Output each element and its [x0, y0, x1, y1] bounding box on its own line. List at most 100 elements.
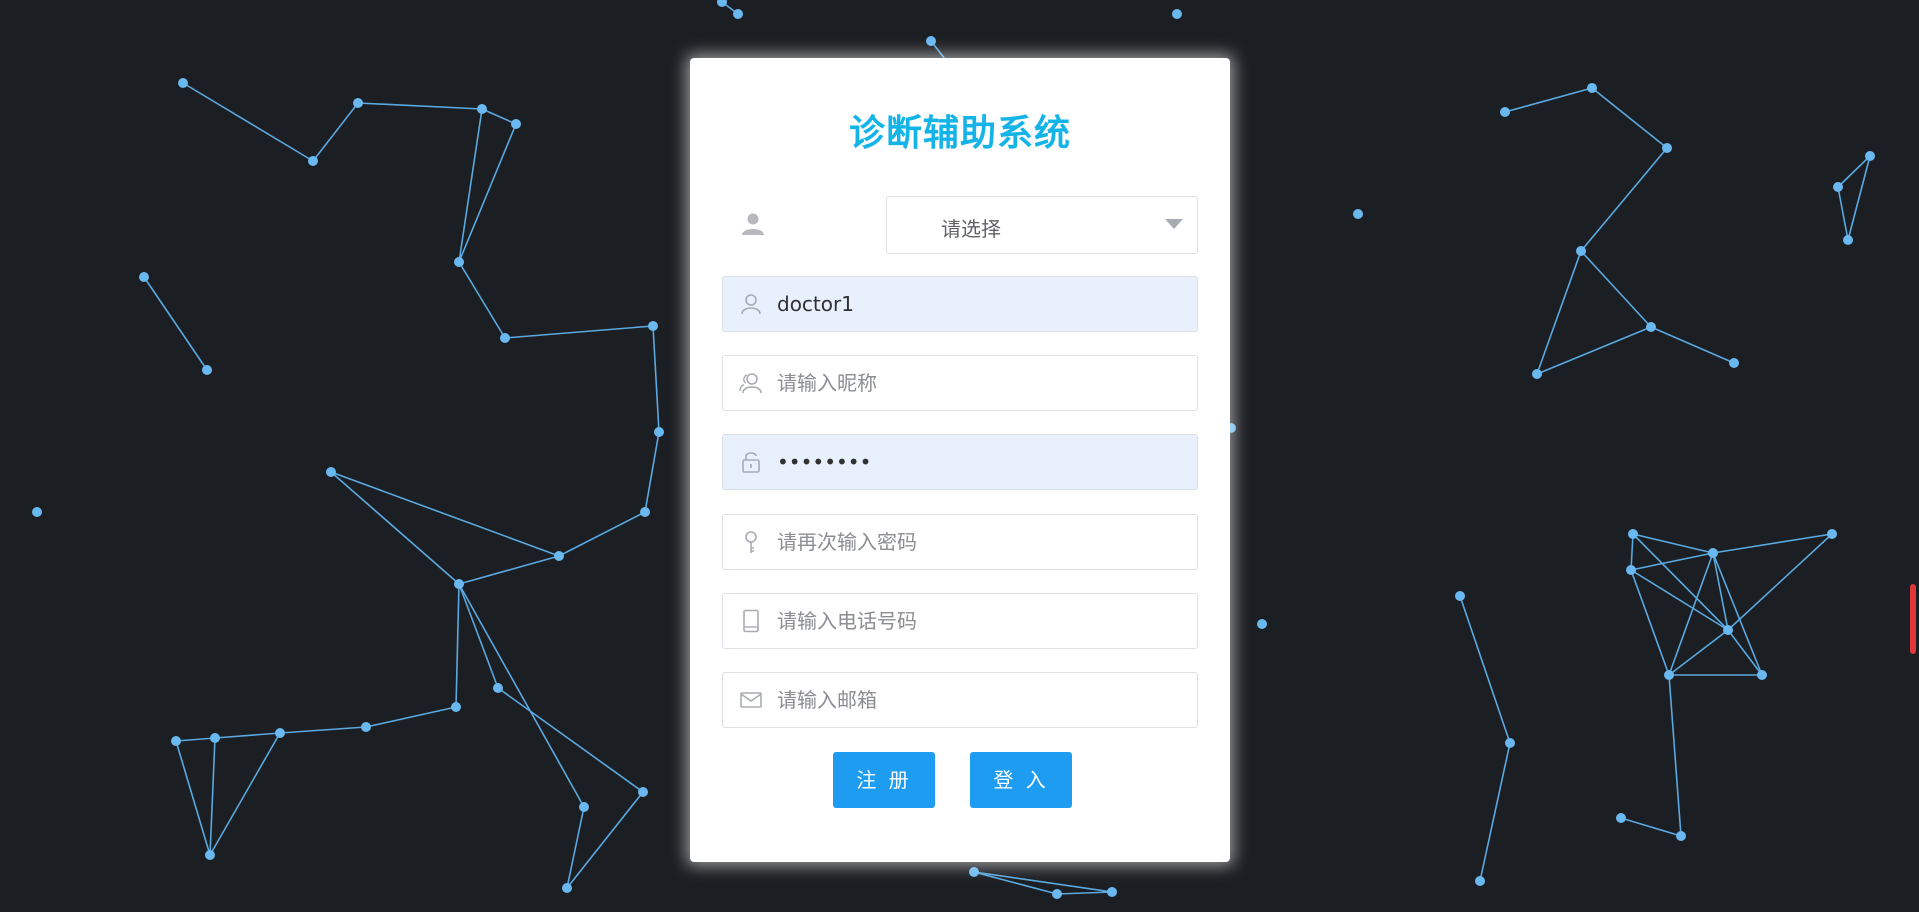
- password-field[interactable]: [722, 434, 1198, 490]
- network-node: [1865, 151, 1875, 161]
- network-node: [1532, 369, 1542, 379]
- network-node: [1172, 9, 1182, 19]
- network-node: [275, 728, 285, 738]
- network-node: [139, 272, 149, 282]
- network-node: [554, 551, 564, 561]
- network-link: [330, 471, 560, 557]
- network-node: [717, 0, 727, 7]
- network-node: [1107, 887, 1117, 897]
- network-link: [1459, 595, 1511, 744]
- network-link: [481, 108, 517, 125]
- network-node: [1626, 565, 1636, 575]
- network-node: [1455, 591, 1465, 601]
- network-node: [1664, 670, 1674, 680]
- network-node: [926, 36, 936, 46]
- network-node: [1353, 209, 1363, 219]
- network-link: [558, 511, 646, 557]
- scroll-indicator[interactable]: [1910, 584, 1916, 654]
- network-node: [579, 802, 589, 812]
- username-input[interactable]: [777, 277, 1187, 331]
- network-link: [1620, 817, 1682, 837]
- network-link: [365, 706, 457, 728]
- network-link: [143, 276, 208, 371]
- network-link: [1632, 533, 1714, 554]
- network-link: [1650, 326, 1735, 364]
- network-link: [973, 871, 1113, 893]
- confirm-password-input[interactable]: [777, 515, 1187, 569]
- network-node: [1628, 529, 1638, 539]
- network-link: [175, 740, 211, 856]
- network-link: [1536, 326, 1652, 375]
- network-link: [182, 82, 314, 162]
- register-button[interactable]: 注 册: [833, 752, 935, 808]
- phone-icon: [743, 609, 759, 633]
- network-link: [312, 102, 359, 162]
- phone-field[interactable]: [722, 593, 1198, 649]
- network-link: [458, 123, 517, 263]
- network-node: [1843, 235, 1853, 245]
- network-link: [1727, 629, 1763, 676]
- network-node: [500, 333, 510, 343]
- network-link: [1668, 552, 1714, 676]
- network-link: [1630, 552, 1714, 571]
- network-node: [493, 683, 503, 693]
- network-node: [1646, 322, 1656, 332]
- network-node: [511, 119, 521, 129]
- confirm-password-field[interactable]: [722, 514, 1198, 570]
- password-input[interactable]: [777, 435, 1187, 489]
- network-node: [1676, 831, 1686, 841]
- network-link: [644, 431, 660, 513]
- network-link: [458, 583, 585, 808]
- network-node: [1052, 889, 1062, 899]
- network-node: [178, 78, 188, 88]
- network-node: [202, 365, 212, 375]
- network-link: [1630, 533, 1634, 571]
- network-link: [1837, 186, 1849, 241]
- network-link: [1630, 569, 1729, 631]
- network-node: [640, 507, 650, 517]
- network-node: [562, 883, 572, 893]
- network-link: [458, 108, 483, 263]
- network-node: [1257, 619, 1267, 629]
- network-link: [504, 325, 654, 339]
- user-solid-icon: [742, 213, 764, 235]
- network-node: [1662, 143, 1672, 153]
- network-link: [458, 583, 499, 689]
- login-button[interactable]: 登 入: [970, 752, 1072, 808]
- username-field[interactable]: [722, 276, 1198, 332]
- network-link: [279, 726, 367, 734]
- role-select[interactable]: 请选择: [886, 196, 1198, 254]
- network-node: [210, 733, 220, 743]
- network-node: [1729, 358, 1739, 368]
- network-link: [458, 555, 560, 585]
- nickname-field[interactable]: [722, 355, 1198, 411]
- network-link: [566, 806, 585, 889]
- network-link: [209, 737, 216, 856]
- network-node: [1505, 738, 1515, 748]
- network-node: [171, 736, 181, 746]
- network-node: [454, 257, 464, 267]
- page-title: 诊断辅助系统: [848, 113, 1071, 154]
- user-icon: [741, 294, 761, 315]
- network-node: [32, 507, 42, 517]
- network-node: [733, 9, 743, 19]
- network-node: [308, 156, 318, 166]
- nickname-input[interactable]: [777, 356, 1187, 410]
- email-field[interactable]: [722, 672, 1198, 728]
- network-node: [1500, 107, 1510, 117]
- register-card: 诊断辅助系统 请选择 doctor1 请输入昵称 •••••••• 请再次输入密…: [690, 58, 1230, 862]
- network-node: [205, 850, 215, 860]
- network-node: [1708, 548, 1718, 558]
- users-icon: [739, 373, 762, 394]
- chevron-down-icon: [1165, 219, 1183, 229]
- email-input[interactable]: [777, 673, 1187, 727]
- network-link: [330, 471, 460, 585]
- phone-input[interactable]: [777, 594, 1187, 648]
- network-link: [1668, 674, 1682, 837]
- network-link: [1056, 891, 1113, 895]
- network-link: [1712, 552, 1729, 631]
- network-node: [451, 702, 461, 712]
- network-link: [458, 261, 506, 339]
- network-link: [209, 732, 281, 856]
- role-select-value: 请选择: [941, 217, 1001, 241]
